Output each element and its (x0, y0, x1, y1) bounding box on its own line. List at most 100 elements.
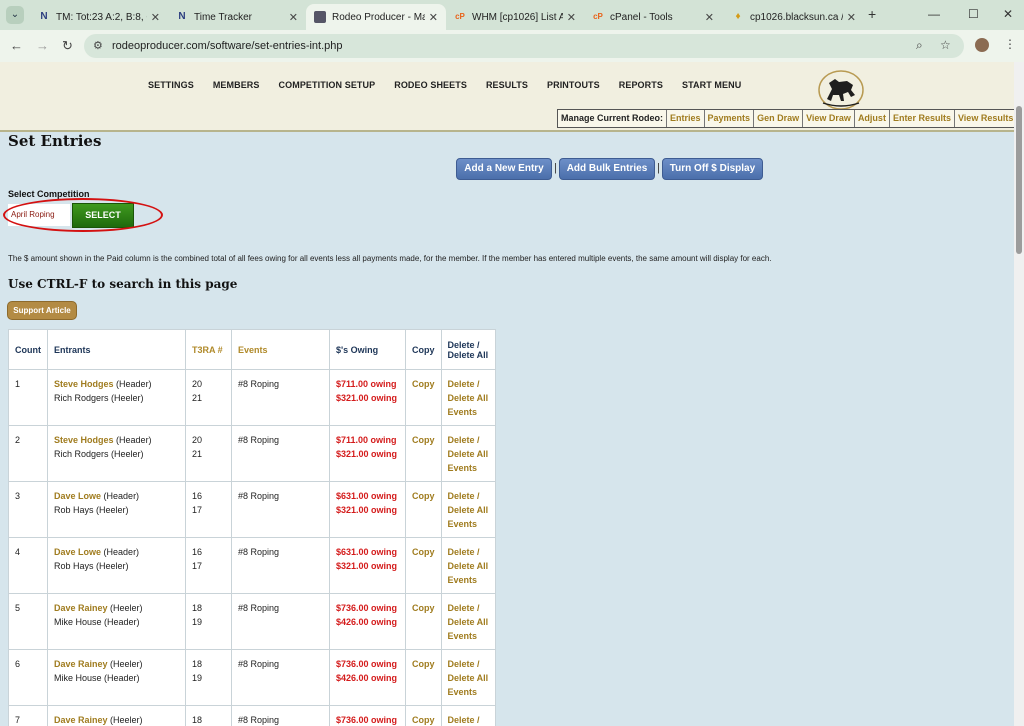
browser-tab[interactable]: N Time Tracker ✕ (168, 4, 306, 30)
nav-start-menu[interactable]: START MENU (682, 80, 741, 90)
cell-entrants: Dave Lowe (Header) Rob Hays (Heeler) (47, 537, 186, 594)
manage-gen-draw-link[interactable]: Gen Draw (754, 110, 804, 127)
cpanel-icon: cP (593, 12, 603, 21)
url-bar[interactable]: ⚙ rodeoproducer.com/software/set-entries… (84, 34, 964, 58)
support-article-button[interactable]: Support Article (7, 301, 77, 320)
owing-amount: $736.00 owing (336, 715, 398, 725)
nav-members[interactable]: MEMBERS (213, 80, 260, 90)
nav-reports[interactable]: REPORTS (619, 80, 663, 90)
header-t3ra[interactable]: T3RA # (185, 329, 232, 370)
entrant-link[interactable]: Steve Hodges (54, 435, 114, 445)
delete-events-link[interactable]: Events (448, 575, 478, 585)
delete-events-link[interactable]: Events (448, 407, 478, 417)
delete-link[interactable]: Delete / (448, 435, 480, 445)
delete-all-link[interactable]: Delete All (448, 561, 489, 571)
close-icon[interactable]: ✕ (151, 11, 160, 24)
entrant-link[interactable]: Dave Lowe (54, 547, 101, 557)
delete-link[interactable]: Delete / (448, 715, 480, 725)
tab-search-chevron-icon[interactable]: ⌄ (6, 6, 24, 24)
url-text: rodeoproducer.com/software/set-entries-i… (112, 40, 343, 52)
manage-adjust-link[interactable]: Adjust (855, 110, 890, 127)
count-value: 7 (15, 715, 21, 725)
delete-link[interactable]: Delete / (448, 603, 480, 613)
entrant-link[interactable]: Dave Rainey (54, 715, 108, 725)
browser-tab-bar: ⌄ N TM: Tot:23 A:2, B:8, C:10 ✕ N Time T… (0, 0, 1024, 30)
entrant-link[interactable]: Dave Rainey (54, 603, 108, 613)
t3ra-number: 21 (192, 449, 203, 459)
turn-off-display-button[interactable]: Turn Off $ Display (662, 158, 763, 180)
close-icon[interactable]: ✕ (567, 11, 576, 24)
table-row: 1 Steve Hodges (Header) Rich Rodgers (Heel… (8, 369, 496, 426)
separator: | (554, 162, 557, 174)
back-icon[interactable]: ← (10, 38, 23, 53)
copy-link[interactable]: Copy (412, 603, 435, 613)
forward-icon[interactable]: → (36, 38, 49, 53)
copy-link[interactable]: Copy (412, 435, 435, 445)
delete-link[interactable]: Delete / (448, 491, 480, 501)
owing-amount: $711.00 owing (336, 379, 397, 389)
manage-payments-link[interactable]: Payments (705, 110, 755, 127)
add-bulk-entries-button[interactable]: Add Bulk Entries (559, 158, 655, 180)
bookmark-star-icon[interactable]: ☆ (940, 38, 951, 52)
entrant-link[interactable]: Dave Rainey (54, 659, 108, 669)
main-nav: SETTINGS MEMBERS COMPETITION SETUP RODEO… (148, 80, 760, 90)
rodeo-icon (314, 11, 326, 23)
manage-view-draw-link[interactable]: View Draw (803, 110, 855, 127)
cell-delete: Delete / Delete All Events (440, 369, 496, 426)
delete-all-link[interactable]: Delete All (448, 393, 489, 403)
nav-printouts[interactable]: PRINTOUTS (547, 80, 600, 90)
delete-all-link[interactable]: Delete All (448, 617, 489, 627)
delete-events-link[interactable]: Events (448, 631, 478, 641)
close-icon[interactable]: ✕ (847, 11, 856, 24)
browser-tab[interactable]: ♦ cp1026.blacksun.ca / localhost ✕ (724, 4, 864, 30)
copy-link[interactable]: Copy (412, 379, 435, 389)
scrollbar-thumb[interactable] (1016, 106, 1022, 254)
minimize-icon[interactable]: — (928, 7, 940, 21)
nav-results[interactable]: RESULTS (486, 80, 528, 90)
nav-competition-setup[interactable]: COMPETITION SETUP (279, 80, 376, 90)
close-icon[interactable]: ✕ (289, 11, 298, 24)
rodeo-horse-logo-icon[interactable] (815, 69, 867, 111)
page-scrollbar[interactable] (1014, 62, 1024, 726)
browser-tab[interactable]: cP WHM [cp1026] List Accounts ✕ (446, 4, 584, 30)
maximize-icon[interactable]: ☐ (968, 7, 979, 21)
nav-rodeo-sheets[interactable]: RODEO SHEETS (394, 80, 467, 90)
new-tab-icon[interactable]: + (868, 6, 876, 22)
reload-icon[interactable]: ↻ (62, 38, 73, 54)
manage-view-results-link[interactable]: View Results (955, 110, 1016, 127)
browser-tab-active[interactable]: Rodeo Producer - Manage ✕ (306, 4, 446, 30)
delete-link[interactable]: Delete / (448, 659, 480, 669)
zoom-icon[interactable]: ⌕ (916, 38, 923, 53)
cell-owing: $736.00 owing (329, 705, 406, 726)
close-icon[interactable]: ✕ (429, 11, 438, 24)
nav-settings[interactable]: SETTINGS (148, 80, 194, 90)
copy-link[interactable]: Copy (412, 715, 435, 725)
delete-link[interactable]: Delete / (448, 547, 480, 557)
site-info-icon[interactable]: ⚙ (93, 34, 103, 58)
table-row: 4 Dave Lowe (Header) Rob Hays (Heeler) 16 17… (8, 537, 496, 594)
delete-events-link[interactable]: Events (448, 463, 478, 473)
event-name: #8 Roping (238, 491, 280, 501)
profile-avatar[interactable] (975, 38, 989, 52)
browser-tab[interactable]: N TM: Tot:23 A:2, B:8, C:10 ✕ (30, 4, 168, 30)
manage-enter-results-link[interactable]: Enter Results (890, 110, 955, 127)
delete-events-link[interactable]: Events (448, 687, 478, 697)
delete-link[interactable]: Delete / (448, 379, 480, 389)
delete-all-link[interactable]: Delete All (448, 449, 489, 459)
copy-link[interactable]: Copy (412, 491, 435, 501)
delete-all-link[interactable]: Delete All (448, 673, 489, 683)
browser-tab[interactable]: cP cPanel - Tools ✕ (584, 4, 722, 30)
header-events[interactable]: Events (231, 329, 330, 370)
close-icon[interactable]: ✕ (705, 11, 714, 24)
copy-link[interactable]: Copy (412, 659, 435, 669)
entrant-link[interactable]: Dave Lowe (54, 491, 101, 501)
delete-events-link[interactable]: Events (448, 519, 478, 529)
delete-all-link[interactable]: Delete All (448, 505, 489, 515)
browser-menu-icon[interactable]: ⋮ (1004, 37, 1016, 51)
add-new-entry-button[interactable]: Add a New Entry (456, 158, 552, 180)
window-close-icon[interactable]: ✕ (1003, 7, 1013, 21)
copy-link[interactable]: Copy (412, 547, 435, 557)
manage-entries-link[interactable]: Entries (667, 110, 705, 127)
entrant-role: (Header) (103, 491, 140, 501)
entrant-link[interactable]: Steve Hodges (54, 379, 114, 389)
